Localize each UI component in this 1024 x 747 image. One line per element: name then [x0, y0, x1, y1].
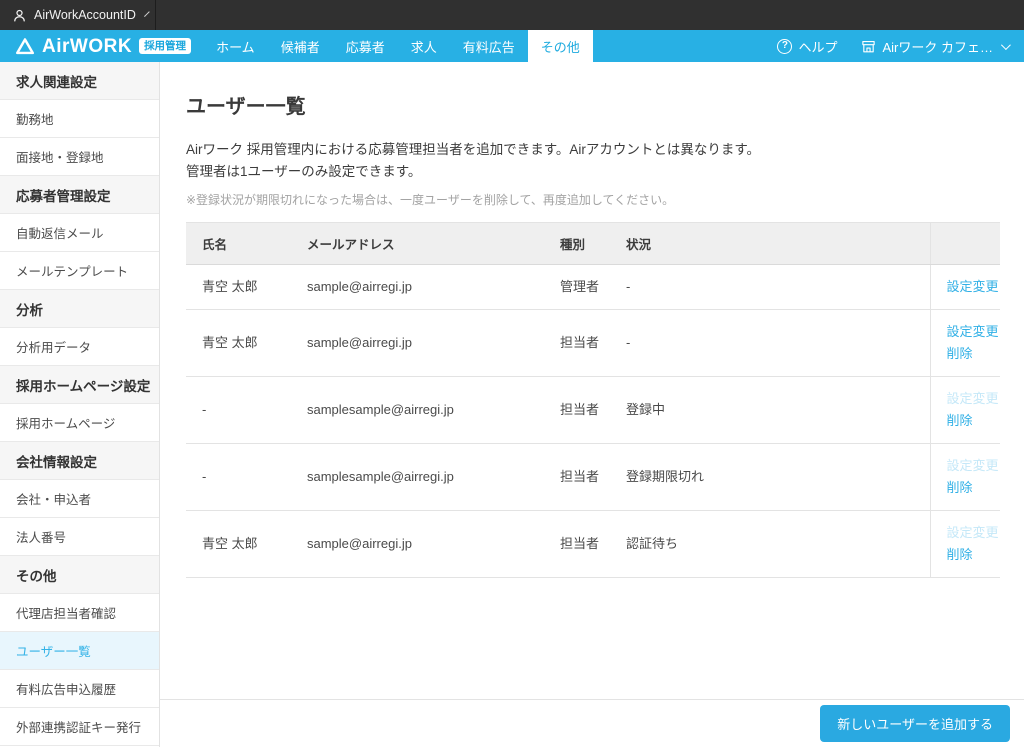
main-navbar: AirWORK 採用管理 ホーム 候補者 応募者 求人 有料広告 その他 ? ヘ…: [0, 30, 1024, 62]
cell-type: 担当者: [560, 510, 626, 577]
cell-name: 青空 太郎: [186, 510, 307, 577]
sidebar-item-external-auth-key[interactable]: 外部連携認証キー発行: [0, 708, 159, 746]
page-note: ※登録状況が期限切れになった場合は、一度ユーザーを削除して、再度追加してください…: [186, 191, 1000, 208]
user-icon: [12, 8, 27, 23]
cell-type: 担当者: [560, 443, 626, 510]
delete-link[interactable]: 削除: [947, 544, 993, 566]
cell-type: 管理者: [560, 264, 626, 309]
brand-name: AirWORK: [42, 37, 132, 56]
user-table: 氏名 メールアドレス 種別 状況 青空 太郎 sample@airregi.jp…: [186, 222, 1000, 578]
cell-name: 青空 太郎: [186, 309, 307, 376]
cell-email: samplesample@airregi.jp: [307, 376, 560, 443]
settings-change-link[interactable]: 設定変更: [947, 276, 993, 298]
user-list-page: ユーザー一覧 Airワーク 採用管理内における応募管理担当者を追加できます。Ai…: [160, 62, 1024, 747]
sidebar-header-company-info: 会社情報設定: [0, 442, 159, 480]
airwork-logo-icon: [15, 37, 35, 55]
nav-tab-applicants[interactable]: 応募者: [333, 30, 398, 62]
table-row: - samplesample@airregi.jp 担当者 登録期限切れ 設定変…: [186, 443, 1000, 510]
column-header-type: 種別: [560, 222, 626, 264]
column-header-email: メールアドレス: [307, 222, 560, 264]
sidebar-item-mail-template[interactable]: メールテンプレート: [0, 252, 159, 290]
nav-tab-home[interactable]: ホーム: [203, 30, 268, 62]
cell-email: sample@airregi.jp: [307, 264, 560, 309]
cell-email: samplesample@airregi.jp: [307, 443, 560, 510]
cell-name: -: [186, 443, 307, 510]
footer-action-bar: 新しいユーザーを追加する: [160, 699, 1024, 747]
settings-change-link[interactable]: 設定変更: [947, 321, 993, 343]
sidebar-item-company-applicant[interactable]: 会社・申込者: [0, 480, 159, 518]
sidebar-header-homepage-settings: 採用ホームページ設定: [0, 366, 159, 404]
nav-tab-others[interactable]: その他: [528, 30, 593, 62]
cell-name: 青空 太郎: [186, 264, 307, 309]
settings-change-link[interactable]: 設定変更: [947, 455, 993, 477]
delete-link[interactable]: 削除: [947, 477, 993, 499]
page-title: ユーザー一覧: [186, 90, 1000, 119]
column-header-name: 氏名: [186, 222, 307, 264]
cell-status: 登録期限切れ: [626, 443, 930, 510]
sidebar-item-paid-ad-history[interactable]: 有料広告申込履歴: [0, 670, 159, 708]
nav-utilities: ? ヘルプ Airワーク カフェ…: [777, 30, 1024, 62]
account-bar: AirWorkAccountID: [0, 0, 1024, 30]
chevron-down-icon: [1001, 40, 1011, 50]
cell-status: 登録中: [626, 376, 930, 443]
cell-status: -: [626, 309, 930, 376]
nav-tab-jobs[interactable]: 求人: [398, 30, 450, 62]
table-row: - samplesample@airregi.jp 担当者 登録中 設定変更 削…: [186, 376, 1000, 443]
sidebar-item-recruit-homepage[interactable]: 採用ホームページ: [0, 404, 159, 442]
sidebar-item-agency-contact[interactable]: 代理店担当者確認: [0, 594, 159, 632]
add-user-button[interactable]: 新しいユーザーを追加する: [820, 705, 1010, 742]
table-row: 青空 太郎 sample@airregi.jp 担当者 認証待ち 設定変更 削除: [186, 510, 1000, 577]
sidebar-item-corporate-number[interactable]: 法人番号: [0, 518, 159, 556]
delete-link[interactable]: 削除: [947, 410, 993, 432]
sidebar-item-analytics-data[interactable]: 分析用データ: [0, 328, 159, 366]
help-link[interactable]: ? ヘルプ: [777, 37, 837, 56]
sidebar-header-analytics: 分析: [0, 290, 159, 328]
cell-type: 担当者: [560, 309, 626, 376]
primary-nav: ホーム 候補者 応募者 求人 有料広告 その他: [203, 30, 593, 62]
cell-email: sample@airregi.jp: [307, 510, 560, 577]
table-row: 青空 太郎 sample@airregi.jp 管理者 - 設定変更: [186, 264, 1000, 309]
sidebar-item-auto-reply-mail[interactable]: 自動返信メール: [0, 214, 159, 252]
cell-name: -: [186, 376, 307, 443]
cell-status: 認証待ち: [626, 510, 930, 577]
help-label: ヘルプ: [798, 37, 837, 56]
sidebar-item-work-location[interactable]: 勤務地: [0, 100, 159, 138]
brand-logo[interactable]: AirWORK 採用管理: [0, 30, 191, 62]
settings-change-link[interactable]: 設定変更: [947, 522, 993, 544]
nav-tab-paid-ads[interactable]: 有料広告: [450, 30, 528, 62]
sidebar-header-others: その他: [0, 556, 159, 594]
store-label: Airワーク カフェ…: [882, 37, 993, 56]
store-switcher[interactable]: Airワーク カフェ…: [861, 37, 1008, 56]
cell-email: sample@airregi.jp: [307, 309, 560, 376]
table-header-row: 氏名 メールアドレス 種別 状況: [186, 222, 1000, 264]
help-icon: ?: [777, 39, 792, 54]
column-header-status: 状況: [626, 222, 930, 264]
page-description: Airワーク 採用管理内における応募管理担当者を追加できます。Airアカウントと…: [186, 139, 1000, 184]
store-icon: [861, 39, 876, 54]
sidebar-header-applicant-settings: 応募者管理設定: [0, 176, 159, 214]
brand-badge: 採用管理: [139, 38, 191, 54]
sidebar-item-user-list[interactable]: ユーザー一覧: [0, 632, 159, 670]
description-line-2: 管理者は1ユーザーのみ設定できます。: [186, 164, 421, 179]
description-line-1: Airワーク 採用管理内における応募管理担当者を追加できます。Airアカウントと…: [186, 142, 760, 157]
settings-sidebar: 求人関連設定 勤務地 面接地・登録地 応募者管理設定 自動返信メール メールテン…: [0, 62, 160, 747]
account-menu[interactable]: AirWorkAccountID: [0, 0, 156, 30]
cell-type: 担当者: [560, 376, 626, 443]
settings-change-link[interactable]: 設定変更: [947, 388, 993, 410]
nav-tab-candidates[interactable]: 候補者: [268, 30, 333, 62]
sidebar-item-interview-location[interactable]: 面接地・登録地: [0, 138, 159, 176]
column-header-actions: [930, 222, 1000, 264]
delete-link[interactable]: 削除: [947, 343, 993, 365]
cell-status: -: [626, 264, 930, 309]
sidebar-header-job-settings: 求人関連設定: [0, 62, 159, 100]
table-row: 青空 太郎 sample@airregi.jp 担当者 - 設定変更 削除: [186, 309, 1000, 376]
chevron-down-icon: [144, 11, 150, 17]
account-id-label: AirWorkAccountID: [34, 8, 136, 22]
